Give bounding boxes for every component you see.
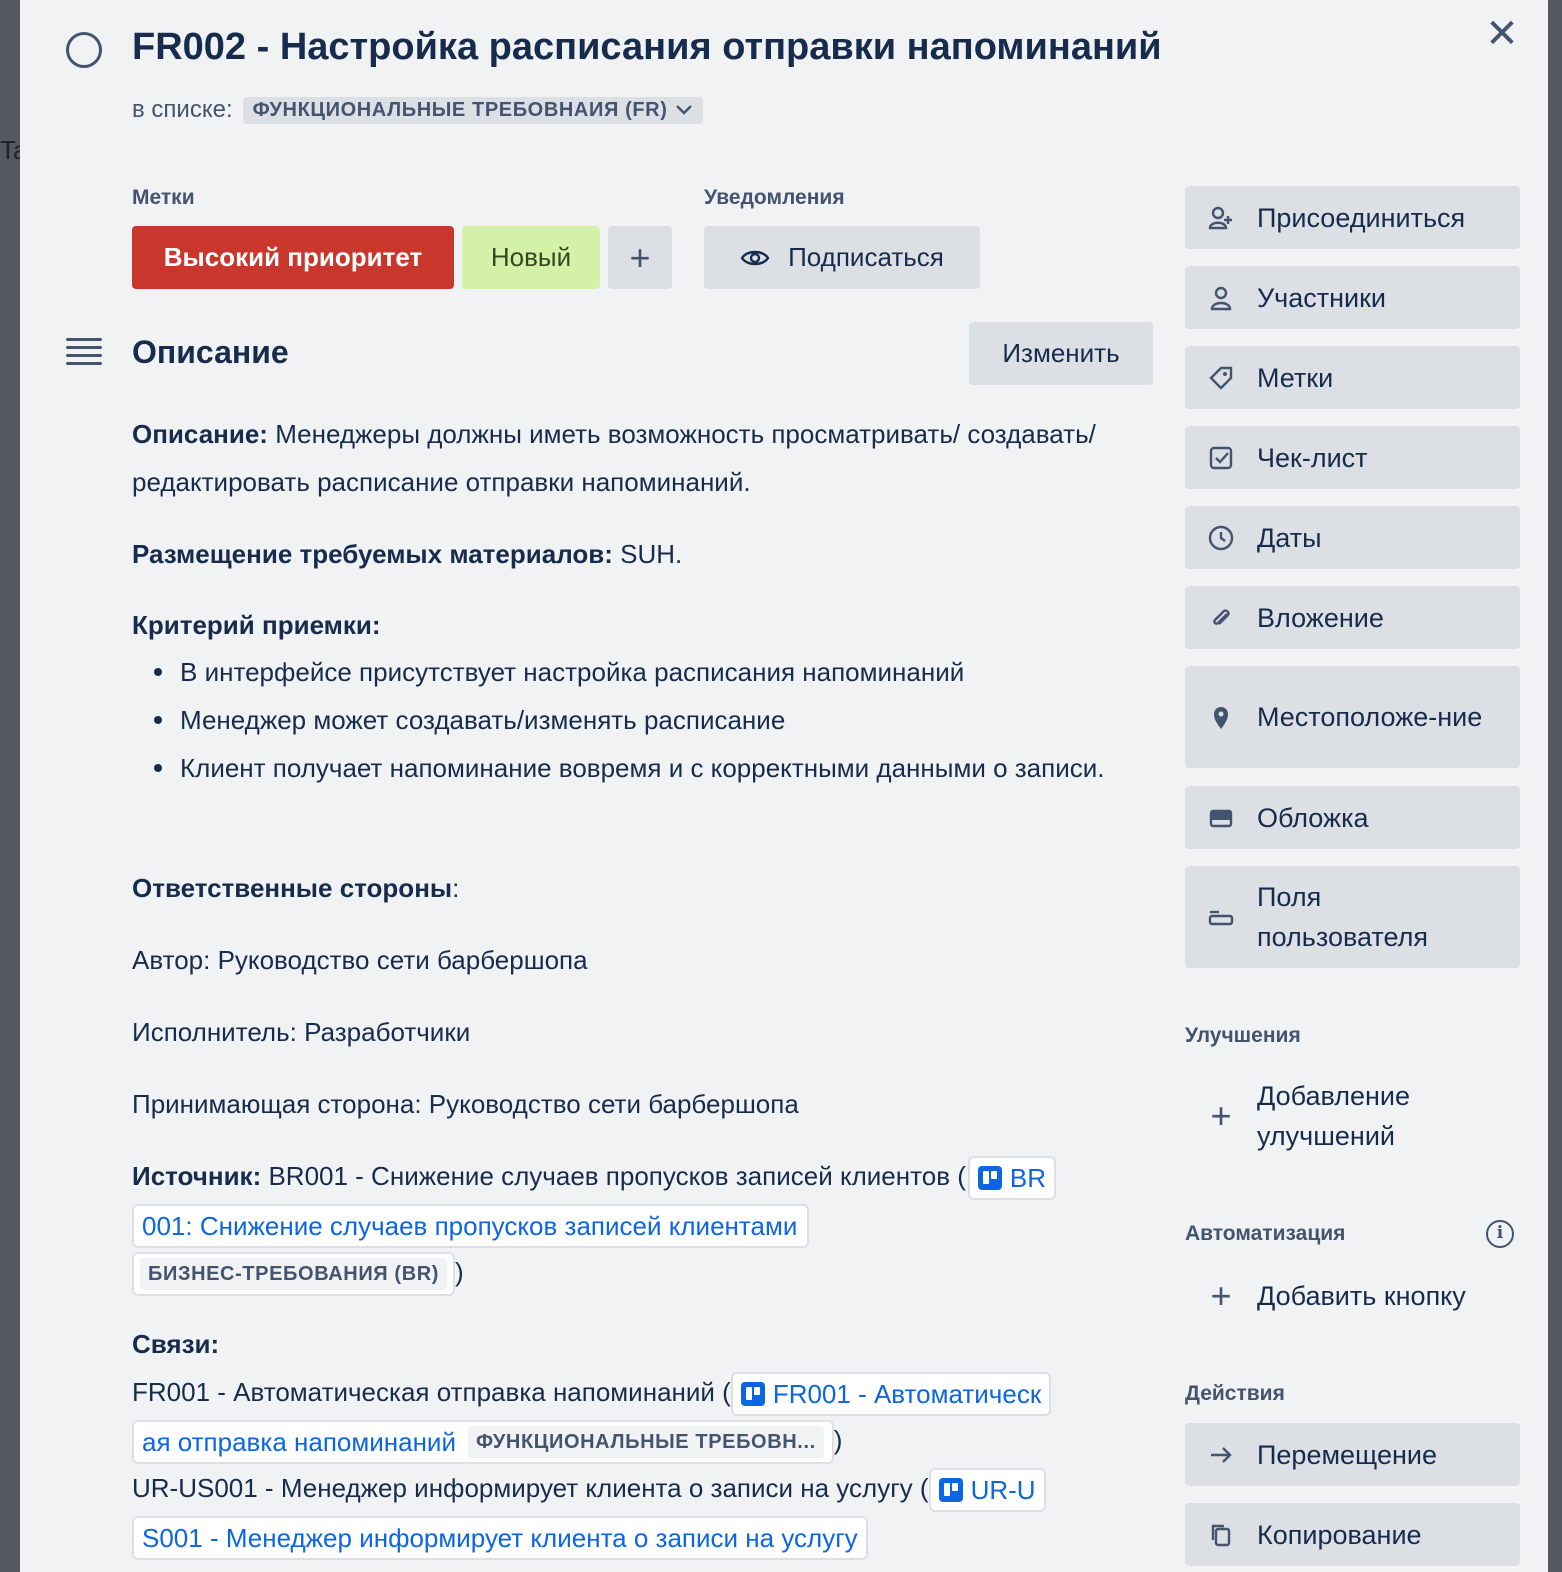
desc-label: Описание: (132, 419, 268, 449)
info-icon[interactable]: i (1486, 1220, 1514, 1248)
acceptor-line: Принимающая сторона: Руководство сети ба… (132, 1089, 799, 1119)
executor-line: Исполнитель: Разработчики (132, 1017, 471, 1047)
dates-button[interactable]: Даты (1185, 506, 1520, 569)
related-line-1: FR001 - Автоматическая отправка напомина… (132, 1368, 1162, 1417)
related-line-2b: S001 - Менеджер информирует клиента о за… (132, 1512, 1162, 1561)
in-list-label: в списке: (132, 96, 233, 123)
source-line-2: 001: Снижение случаев пропусков записей … (132, 1200, 1162, 1249)
description-icon (66, 338, 102, 370)
related-line-1b: ая отправка напоминаний ФУНКЦИОНАЛЬНЫЕ ТР… (132, 1416, 1162, 1465)
arrow-right-icon (1185, 1441, 1257, 1469)
criteria-list: В интерфейсе присутствует настройка расп… (132, 648, 1162, 792)
members-button[interactable]: Участники (1185, 266, 1520, 329)
person-icon (1185, 284, 1257, 312)
fr001-card-link[interactable]: FR001 - Автоматическ (730, 1372, 1052, 1417)
parties-heading: Ответственные стороны: (132, 873, 460, 903)
criteria-heading: Критерий приемки: (132, 610, 381, 640)
add-powerups-button[interactable]: + Добавление улучшений (1185, 1076, 1520, 1156)
attachment-button[interactable]: Вложение (1185, 586, 1520, 649)
materials-text: SUH. (612, 539, 683, 569)
list-item: Менеджер может создавать/изменять распис… (132, 696, 1162, 744)
join-button[interactable]: Присоединиться (1185, 186, 1520, 249)
custom-fields-button[interactable]: Поля пользователя (1185, 866, 1520, 968)
clock-icon (1185, 524, 1257, 552)
add-label-button[interactable]: + (608, 226, 672, 289)
paperclip-icon (1185, 604, 1257, 632)
board-backdrop: Ta (0, 0, 27, 1572)
description-paragraph-1: Описание: Менеджеры должны иметь возможн… (132, 410, 1162, 506)
trello-icon (977, 1166, 1002, 1191)
location-pin-icon (1185, 703, 1257, 731)
watch-button[interactable]: Подписаться (704, 226, 980, 289)
related-line-2: UR-US001 - Менеджер информирует клиента … (132, 1464, 1162, 1513)
materials-label: Размещение требуемых материалов: (132, 539, 613, 569)
fr001-card-link-cont[interactable]: ая отправка напоминаний ФУНКЦИОНАЛЬНЫЕ ТР… (132, 1420, 834, 1465)
actions-heading: Действия (1185, 1382, 1285, 1405)
urus001-card-link-cont[interactable]: S001 - Менеджер информирует клиента о за… (132, 1516, 868, 1561)
watch-label: Подписаться (788, 242, 944, 272)
add-person-icon (1185, 204, 1257, 232)
automation-heading: Автоматизация (1185, 1222, 1346, 1245)
location-button[interactable]: Местоположе-ние (1185, 666, 1520, 768)
desc-text: Менеджеры должны иметь возможность просм… (132, 419, 1096, 497)
trello-icon (938, 1478, 963, 1503)
source-line-3: БИЗНЕС-ТРЕБОВАНИЯ (BR)) (132, 1248, 1162, 1297)
source-label: Источник: (132, 1161, 262, 1191)
plus-icon: + (1210, 1275, 1232, 1316)
urus001-card-link[interactable]: UR-U (928, 1468, 1046, 1513)
list-location: в списке: ФУНКЦИОНАЛЬНЫЕ ТРЕБОВНАИЯ (FR) (132, 96, 704, 124)
list-item: Клиент получает напоминание вовремя и с … (132, 744, 1162, 792)
source-card-link-cont[interactable]: 001: Снижение случаев пропусков записей … (132, 1204, 810, 1249)
label-new[interactable]: Новый (462, 226, 600, 289)
label-high-priority[interactable]: Высокий приоритет (132, 226, 454, 289)
add-button-button[interactable]: + Добавить кнопку (1185, 1272, 1520, 1320)
custom-fields-icon (1185, 903, 1257, 931)
card-title[interactable]: FR002 - Настройка расписания отправки на… (132, 26, 1162, 69)
author-line: Автор: Руководство сети барбершопа (132, 945, 588, 975)
list-name: ФУНКЦИОНАЛЬНЫЕ ТРЕБОВНАИЯ (FR) (252, 98, 668, 121)
checklist-button[interactable]: Чек-лист (1185, 426, 1520, 489)
list-item: В интерфейсе присутствует настройка расп… (132, 648, 1162, 696)
plus-icon: + (1210, 1095, 1232, 1136)
eye-icon (740, 250, 770, 265)
card-detail-dialog: FR002 - Настройка расписания отправки на… (20, 0, 1548, 1572)
links-heading: Связи: (132, 1329, 220, 1359)
powerups-heading: Улучшения (1185, 1024, 1301, 1047)
cover-icon (1185, 804, 1257, 832)
labels-button[interactable]: Метки (1185, 346, 1520, 409)
description-paragraph-2: Размещение требуемых материалов: SUH. (132, 530, 1162, 578)
copy-icon (1185, 1521, 1257, 1549)
close-icon[interactable]: ✕ (1480, 12, 1524, 56)
board-backdrop-right (1548, 0, 1562, 1572)
edit-description-button[interactable]: Изменить (969, 322, 1153, 385)
tag-icon (1185, 364, 1257, 392)
cover-button[interactable]: Обложка (1185, 786, 1520, 849)
move-button[interactable]: Перемещение (1185, 1423, 1520, 1486)
trello-icon (740, 1382, 765, 1407)
source-list-tag[interactable]: БИЗНЕС-ТРЕБОВАНИЯ (BR) (132, 1252, 456, 1297)
notifications-heading: Уведомления (704, 186, 845, 209)
complete-circle-icon[interactable] (66, 32, 102, 68)
source-card-link[interactable]: BR (967, 1156, 1057, 1201)
copy-button[interactable]: Копирование (1185, 1503, 1520, 1566)
description-heading: Описание (132, 334, 289, 370)
source-line: Источник: BR001 - Снижение случаев пропу… (132, 1152, 1162, 1201)
labels-heading: Метки (132, 186, 195, 209)
chevron-down-icon (676, 105, 693, 115)
list-selector[interactable]: ФУНКЦИОНАЛЬНЫЕ ТРЕБОВНАИЯ (FR) (242, 96, 704, 124)
checkbox-icon (1185, 444, 1257, 472)
